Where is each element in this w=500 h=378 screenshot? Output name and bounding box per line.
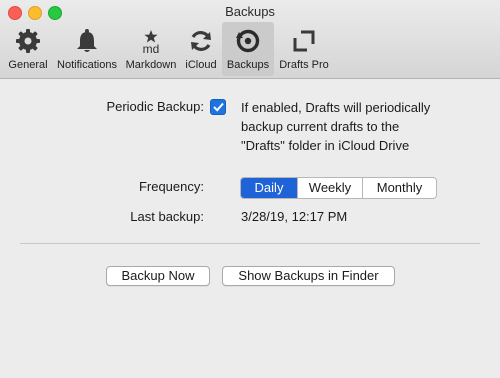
tab-notifications-label: Notifications <box>57 59 117 71</box>
tab-backups[interactable]: Backups <box>222 22 274 76</box>
frequency-daily-option[interactable]: Daily <box>241 178 297 198</box>
backup-now-button[interactable]: Backup Now <box>106 266 210 286</box>
checkmark-icon <box>212 102 224 112</box>
title-bar: Backups General Notifications md Markdow… <box>0 0 500 79</box>
periodic-backup-description: If enabled, Drafts will periodically bac… <box>241 100 431 153</box>
tab-icloud-label: iCloud <box>185 59 217 71</box>
last-backup-label: Last backup: <box>130 209 204 224</box>
tab-drafts-pro[interactable]: Drafts Pro <box>274 22 334 76</box>
periodic-backup-checkbox[interactable] <box>210 99 226 115</box>
frequency-weekly-option[interactable]: Weekly <box>297 178 362 198</box>
sync-icon <box>184 24 218 58</box>
markdown-icon-text: md <box>142 41 160 56</box>
tab-general[interactable]: General <box>4 22 52 76</box>
tab-notifications[interactable]: Notifications <box>52 22 122 76</box>
tab-icloud[interactable]: iCloud <box>180 22 222 76</box>
show-backups-in-finder-button[interactable]: Show Backups in Finder <box>222 266 395 286</box>
preferences-window: Backups General Notifications md Markdow… <box>0 0 500 378</box>
backup-icon <box>231 24 265 58</box>
tab-general-label: General <box>8 59 48 71</box>
tab-backups-label: Backups <box>226 59 270 71</box>
tab-markdown-label: Markdown <box>125 59 177 71</box>
frequency-segmented-control: Daily Weekly Monthly <box>240 177 437 199</box>
gear-icon <box>11 24 45 58</box>
frequency-monthly-option[interactable]: Monthly <box>362 178 436 198</box>
bell-icon <box>70 24 104 58</box>
expand-icon <box>287 24 321 58</box>
last-backup-value: 3/28/19, 12:17 PM <box>241 209 348 224</box>
periodic-backup-label: Periodic Backup: <box>106 99 204 114</box>
tab-drafts-pro-label: Drafts Pro <box>279 59 329 71</box>
frequency-label: Frequency: <box>138 179 204 194</box>
preferences-toolbar: General Notifications md Markdown iCloud… <box>4 22 334 76</box>
tab-markdown[interactable]: md Markdown <box>122 22 180 76</box>
markdown-icon: md <box>134 24 168 58</box>
divider <box>20 243 480 244</box>
window-title: Backups <box>225 4 275 19</box>
